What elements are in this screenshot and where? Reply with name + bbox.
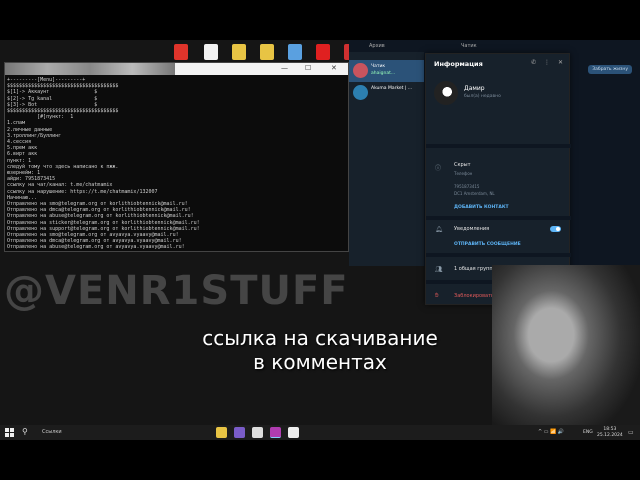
chat-name: Чатик	[371, 64, 386, 69]
watermark: @VENR1STUFF	[4, 268, 349, 314]
taskbar-app-icon[interactable]	[234, 427, 245, 438]
app-icon	[174, 44, 188, 60]
chat-preview: ahaignat...	[371, 71, 396, 76]
chat-list-item[interactable]: Чатик ahaignat...	[349, 60, 424, 82]
taskbar-app-icon[interactable]	[270, 427, 281, 438]
share-button[interactable]: Забрать жизну	[588, 65, 632, 74]
app-icon	[260, 44, 274, 60]
app-icon	[204, 44, 218, 60]
common-groups[interactable]: 1 общая группа	[454, 266, 496, 272]
taskbar-app-icon[interactable]	[216, 427, 227, 438]
console-title-redacted	[5, 63, 175, 75]
search-icon[interactable]: ⚲	[22, 427, 28, 436]
desktop-icon[interactable]	[170, 42, 192, 61]
taskbar-label[interactable]: Ссылки	[42, 429, 62, 435]
console-output: +---------[Menu]---------+ $$$$$$$$$$$$$$…	[5, 75, 348, 251]
console-line: Отправлено на abuse@telegram.org от avya…	[7, 244, 185, 251]
taskbar-app-icon[interactable]	[288, 427, 299, 438]
console-window[interactable]: — ☐ ✕ +---------[Menu]---------+ $$$$$$$$…	[4, 62, 349, 252]
app-icon	[232, 44, 246, 60]
archive-header[interactable]	[349, 52, 424, 60]
close-button[interactable]: ✕	[331, 64, 337, 72]
clock[interactable]: 18:53 25.12.2024	[597, 427, 623, 438]
info-title: Информация	[434, 60, 483, 68]
user-id: 7951873415	[454, 184, 480, 189]
datacenter: DC1 Amsterdam, NL	[454, 191, 495, 196]
more-icon[interactable]: ⋮	[544, 59, 550, 66]
group-icon: 👥︎	[435, 266, 443, 273]
block-user-button[interactable]: Заблокировать	[454, 293, 494, 299]
language-indicator[interactable]: ENG	[583, 430, 593, 435]
divider	[426, 216, 571, 220]
send-message-link[interactable]: ОТПРАВИТЬ СООБЩЕНИЕ	[454, 242, 521, 247]
notifications-label: Уведомления	[454, 226, 490, 232]
app-icon	[288, 44, 302, 60]
info-icon: ⓘ	[435, 165, 442, 172]
app-icon	[316, 44, 330, 60]
close-icon[interactable]: ✕	[558, 59, 563, 66]
maximize-button[interactable]: ☐	[305, 64, 311, 72]
block-icon: ✋︎	[435, 292, 439, 299]
chat-name: Akuma Market | ...	[371, 86, 413, 91]
subtitle-line-1: ссылка на скачивание	[202, 326, 438, 350]
divider	[426, 253, 571, 257]
desktop-icon[interactable]	[312, 42, 334, 61]
chat-title: Чатик	[461, 43, 477, 49]
chat-list-item[interactable]: Akuma Market | ...	[349, 82, 424, 104]
phone-value: Скрыт	[454, 162, 471, 168]
taskbar: ⚲ Ссылки ^ ▭ 📶 🔊 ENG 18:53 25.12.2024 ▭	[0, 425, 640, 440]
phone-caption: Телефон	[454, 171, 473, 176]
desktop-icon[interactable]	[284, 42, 306, 61]
taskbar-app-icon[interactable]	[252, 427, 263, 438]
bell-icon: 🔔︎	[435, 226, 443, 233]
subtitle-line-2: в комментах	[253, 350, 387, 374]
telegram-header: Архив Чатик	[349, 40, 640, 52]
chat-list[interactable]: Чатик ahaignat... Akuma Market | ...	[349, 52, 424, 266]
info-actions: ✆ ⋮ ✕	[525, 59, 563, 66]
letterbox-bottom	[0, 440, 640, 480]
phone-icon[interactable]: ✆	[531, 59, 536, 66]
chat-avatar	[353, 85, 368, 100]
notification-icon[interactable]: ▭	[628, 429, 634, 436]
desktop-icon[interactable]	[256, 42, 278, 61]
notifications-toggle[interactable]	[550, 226, 561, 232]
console-titlebar[interactable]: — ☐ ✕	[5, 63, 348, 75]
windows-start-icon[interactable]	[5, 428, 14, 437]
chat-avatar	[353, 63, 368, 78]
system-tray[interactable]: ^ ▭ 📶 🔊	[538, 429, 564, 435]
avatar[interactable]	[434, 81, 458, 105]
letterbox-top	[0, 0, 640, 40]
desktop-icon[interactable]	[200, 42, 222, 61]
clock-date: 25.12.2024	[597, 432, 623, 438]
video-subtitle: ссылка на скачивание в комментах	[0, 326, 640, 374]
user-status: был(а) недавно	[464, 94, 501, 99]
desktop-icon[interactable]	[228, 42, 250, 61]
minimize-button[interactable]: —	[281, 64, 288, 72]
add-contact-link[interactable]: ДОБАВИТЬ КОНТАКТ	[454, 205, 509, 210]
archive-title: Архив	[369, 43, 385, 49]
divider	[426, 144, 571, 148]
user-name: Дамир	[464, 85, 485, 92]
